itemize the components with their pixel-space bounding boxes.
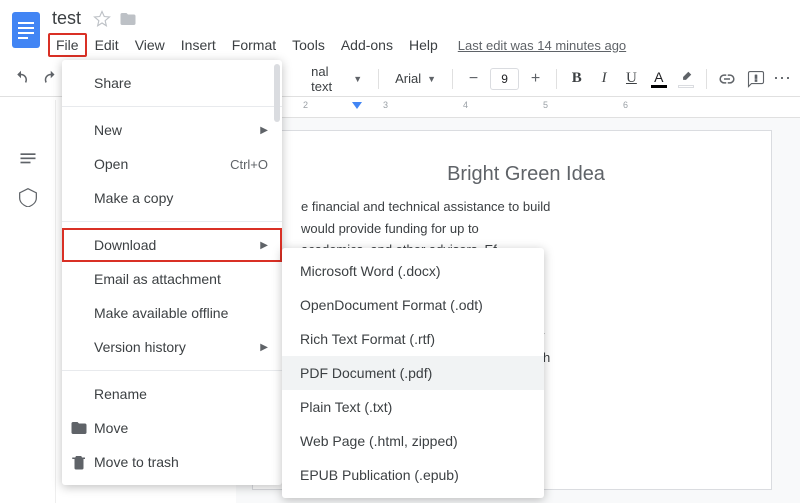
ruler-tick-label: 4	[463, 100, 468, 110]
outline-icon[interactable]	[18, 150, 38, 173]
italic-button[interactable]: I	[592, 66, 615, 92]
font-size-decrease[interactable]: −	[461, 65, 486, 93]
title-area: test File Edit View Insert Format Tools …	[44, 6, 792, 57]
menu-item-version-history[interactable]: Version history▶	[62, 330, 282, 364]
chevron-right-icon: ▶	[260, 240, 268, 251]
ruler-tick-label: 2	[303, 100, 308, 110]
menu-item-make-copy[interactable]: Make a copy	[62, 181, 282, 215]
insert-comment-button[interactable]	[744, 65, 769, 93]
chevron-right-icon: ▶	[260, 342, 268, 353]
redo-button[interactable]	[37, 65, 62, 93]
menu-item-share[interactable]: Share	[62, 66, 282, 100]
menu-separator	[62, 106, 282, 107]
menu-item-email-attachment[interactable]: Email as attachment	[62, 262, 282, 296]
docs-logo-icon[interactable]	[8, 6, 44, 54]
menu-separator	[62, 221, 282, 222]
undo-button[interactable]	[8, 65, 33, 93]
page-heading: Bright Green Idea	[301, 159, 751, 189]
menu-view[interactable]: View	[127, 33, 173, 57]
header: test File Edit View Insert Format Tools …	[0, 0, 800, 57]
ruler-indent-marker[interactable]	[352, 102, 362, 109]
trash-icon	[70, 453, 88, 471]
menubar: File Edit View Insert Format Tools Add-o…	[48, 33, 792, 57]
menu-item-rename[interactable]: Rename	[62, 377, 282, 411]
submenu-item-pdf[interactable]: PDF Document (.pdf)	[282, 356, 544, 390]
download-submenu: Microsoft Word (.docx) OpenDocument Form…	[282, 248, 544, 498]
submenu-item-txt[interactable]: Plain Text (.txt)	[282, 390, 544, 424]
font-size-increase[interactable]: +	[523, 65, 548, 93]
insert-link-button[interactable]	[715, 65, 740, 93]
menu-file[interactable]: File	[48, 33, 87, 57]
menu-format[interactable]: Format	[224, 33, 284, 57]
submenu-item-epub[interactable]: EPUB Publication (.epub)	[282, 458, 544, 492]
ruler-tick-label: 3	[383, 100, 388, 110]
submenu-item-html[interactable]: Web Page (.html, zipped)	[282, 424, 544, 458]
menu-item-download[interactable]: Download▶	[62, 228, 282, 262]
highlight-color-button[interactable]	[674, 70, 697, 88]
ruler-tick-label: 6	[623, 100, 628, 110]
bold-button[interactable]: B	[565, 66, 588, 92]
menu-addons[interactable]: Add-ons	[333, 33, 401, 57]
submenu-item-rtf[interactable]: Rich Text Format (.rtf)	[282, 322, 544, 356]
toolbar-more-button[interactable]: ⋯	[773, 68, 792, 89]
last-edit-link[interactable]: Last edit was 14 minutes ago	[458, 38, 626, 53]
menu-item-new[interactable]: New▶	[62, 113, 282, 147]
menu-edit[interactable]: Edit	[87, 33, 127, 57]
page-line: would provide funding for up to	[301, 219, 751, 239]
menu-item-move[interactable]: Move	[62, 411, 282, 445]
chevron-down-icon: ▼	[353, 74, 362, 84]
font-size-input[interactable]: 9	[490, 68, 519, 90]
toolbar-separator	[378, 69, 379, 89]
submenu-item-docx[interactable]: Microsoft Word (.docx)	[282, 254, 544, 288]
file-menu-dropdown: Share New▶ OpenCtrl+O Make a copy Downlo…	[62, 60, 282, 485]
menu-tools[interactable]: Tools	[284, 33, 333, 57]
folder-icon	[70, 419, 88, 437]
underline-button[interactable]: U	[620, 66, 643, 92]
text-color-button[interactable]: A	[647, 70, 670, 88]
menu-help[interactable]: Help	[401, 33, 446, 57]
toolbar-separator	[556, 69, 557, 89]
chevron-down-icon: ▼	[427, 74, 436, 84]
submenu-item-odt[interactable]: OpenDocument Format (.odt)	[282, 288, 544, 322]
explore-icon[interactable]	[18, 187, 38, 210]
left-sidebar-strip	[0, 100, 56, 503]
move-folder-icon[interactable]	[119, 10, 137, 28]
font-family-combo[interactable]: Arial▼	[387, 66, 444, 92]
menu-separator	[62, 370, 282, 371]
menu-item-move-to-trash[interactable]: Move to trash	[62, 445, 282, 479]
shortcut-label: Ctrl+O	[230, 157, 268, 172]
page-line: e financial and technical assistance to …	[301, 197, 751, 217]
menu-insert[interactable]: Insert	[173, 33, 224, 57]
menu-item-make-offline[interactable]: Make available offline	[62, 296, 282, 330]
toolbar-separator	[706, 69, 707, 89]
star-icon[interactable]	[93, 10, 111, 28]
toolbar-separator	[452, 69, 453, 89]
ruler-tick-label: 5	[543, 100, 548, 110]
menu-item-open[interactable]: OpenCtrl+O	[62, 147, 282, 181]
ruler[interactable]: 2 3 4 5 6	[236, 100, 800, 118]
chevron-right-icon: ▶	[260, 125, 268, 136]
paragraph-style-combo[interactable]: nal text▼	[303, 66, 370, 92]
document-title[interactable]: test	[48, 6, 85, 31]
